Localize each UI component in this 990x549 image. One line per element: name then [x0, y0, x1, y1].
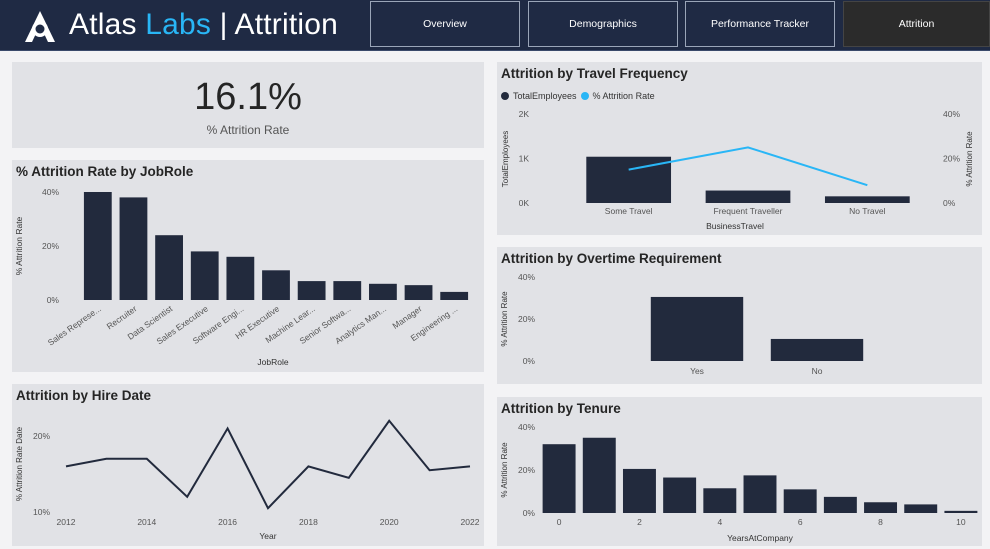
y-tick-label: 0% — [47, 295, 60, 305]
y-axis-title: % Attrition Rate Date — [15, 426, 24, 501]
jobrole-chart-card: % Attrition Rate by JobRole 0% 20% 40%% At… — [12, 160, 484, 372]
x-axis-title: JobRole — [257, 357, 288, 367]
tenure-chart-card: Attrition by Tenure 0% 20% 40%% Attrition … — [497, 397, 982, 546]
bar — [864, 502, 898, 513]
y-tick-label: 0K — [519, 198, 530, 208]
bar — [333, 281, 362, 300]
y-tick-label: 40% — [518, 272, 535, 282]
y-tick-label: 20% — [33, 431, 50, 441]
hiredate-chart-card: Attrition by Hire Date 10% 20%% Attrition… — [12, 384, 484, 546]
x-tick-label: 4 — [717, 517, 722, 527]
y2-tick-label: 20% — [943, 154, 960, 164]
bar — [83, 192, 112, 300]
x-tick-label: Sales Represe... — [46, 303, 103, 347]
title-part-attrition: | Attrition — [219, 8, 339, 41]
series-line — [65, 419, 471, 510]
bar — [440, 291, 469, 300]
bar — [155, 235, 183, 300]
x-tick-label: 2016 — [218, 517, 237, 527]
bar — [650, 296, 744, 361]
y-axis-title: % Attrition Rate — [14, 216, 24, 275]
x-tick-label: Frequent Traveller — [714, 206, 783, 216]
x-tick-label: 2018 — [299, 517, 318, 527]
x-tick-label: Yes — [690, 366, 704, 376]
app-title: Atlas Labs | Attrition — [69, 8, 338, 42]
kpi-value: 16.1% — [194, 76, 302, 118]
x-axis-title: Year — [259, 531, 276, 541]
bar — [226, 256, 255, 300]
y-tick-label: 20% — [518, 465, 535, 475]
y-axis-title: TotalEmployees — [501, 131, 510, 187]
bar — [743, 475, 777, 513]
nav-attrition-button[interactable]: Attrition — [843, 1, 990, 47]
x-tick-label: No — [812, 366, 823, 376]
y2-tick-label: 0% — [943, 198, 956, 208]
x-tick-label: 8 — [878, 517, 883, 527]
x-tick-label: 2022 — [461, 517, 480, 527]
x-tick-label: 2012 — [57, 517, 76, 527]
y-tick-label: 20% — [518, 314, 535, 324]
tenure-chart: 0% 20% 40% % Attrition Rate 0 2 4 6 8 10 YearsAtCo… — [500, 422, 978, 543]
y-tick-label: 0% — [523, 356, 536, 366]
bar — [262, 270, 290, 300]
y2-tick-label: 40% — [943, 109, 960, 119]
x-tick-label: 2014 — [137, 517, 156, 527]
y-axis-title: % Attrition Rate — [500, 291, 509, 347]
hiredate-chart: 10% 20% % Attrition Rate Date 2012 2014 2016 2… — [15, 419, 480, 541]
bar — [542, 444, 576, 513]
nav-performance-tracker-button[interactable]: Performance Tracker — [685, 1, 835, 47]
x-tick-label: 0 — [557, 517, 562, 527]
nav-overview-button[interactable]: Overview — [370, 1, 520, 47]
title-part-labs: Labs — [145, 8, 212, 41]
x-tick-label: 2020 — [380, 517, 399, 527]
header-bar: Atlas Labs | Attrition Overview Demograp… — [0, 0, 990, 51]
bar — [582, 437, 616, 513]
bar — [783, 489, 817, 513]
y-tick-label: 10% — [33, 507, 50, 517]
x-tick-label: 6 — [798, 517, 803, 527]
travel-chart-card: Attrition by Travel Frequency TotalEmplo… — [497, 62, 982, 235]
y2-axis-title: % Attrition Rate — [965, 131, 974, 187]
x-tick-label: No Travel — [849, 206, 885, 216]
x-axis-title: BusinessTravel — [706, 221, 764, 231]
travel-chart: 0K 1K 2K 0% 20% 40% TotalEmployees % Attrition … — [501, 109, 974, 231]
kpi-card: 16.1% % Attrition Rate — [12, 62, 484, 148]
bar — [190, 251, 219, 300]
y-tick-label: 1K — [519, 154, 530, 164]
y-tick-label: 20% — [42, 241, 59, 251]
bar — [904, 504, 938, 513]
y-tick-label: 0% — [523, 508, 536, 518]
bar — [944, 510, 978, 513]
nav-demographics-button[interactable]: Demographics — [528, 1, 678, 47]
bar — [705, 190, 791, 203]
bar — [622, 468, 656, 513]
bar — [297, 281, 326, 300]
overtime-chart: 0% 20% 40% % Attrition Rate Yes No — [500, 272, 864, 376]
x-tick-label: Some Travel — [605, 206, 653, 216]
bar — [703, 488, 737, 513]
bar — [770, 338, 864, 361]
bar — [404, 285, 433, 300]
overtime-chart-card: Attrition by Overtime Requirement 0% 20% 4… — [497, 247, 982, 384]
x-axis-title: YearsAtCompany — [727, 533, 794, 543]
bar — [824, 196, 910, 203]
x-tick-label: 2 — [637, 517, 642, 527]
bar — [823, 496, 857, 513]
bar — [663, 477, 697, 513]
bar — [369, 283, 397, 300]
y-tick-label: 2K — [519, 109, 530, 119]
title-part-atlas: Atlas — [69, 8, 137, 41]
bar — [119, 197, 148, 300]
y-tick-label: 40% — [518, 422, 535, 432]
x-tick-label: 10 — [956, 517, 966, 527]
atlas-logo-icon — [25, 11, 55, 42]
y-axis-title: % Attrition Rate — [500, 442, 509, 498]
y-tick-label: 40% — [42, 187, 59, 197]
jobrole-chart: 0% 20% 40% % Attrition Rate Sales Represe...… — [14, 187, 469, 367]
kpi-label: % Attrition Rate — [206, 123, 290, 137]
